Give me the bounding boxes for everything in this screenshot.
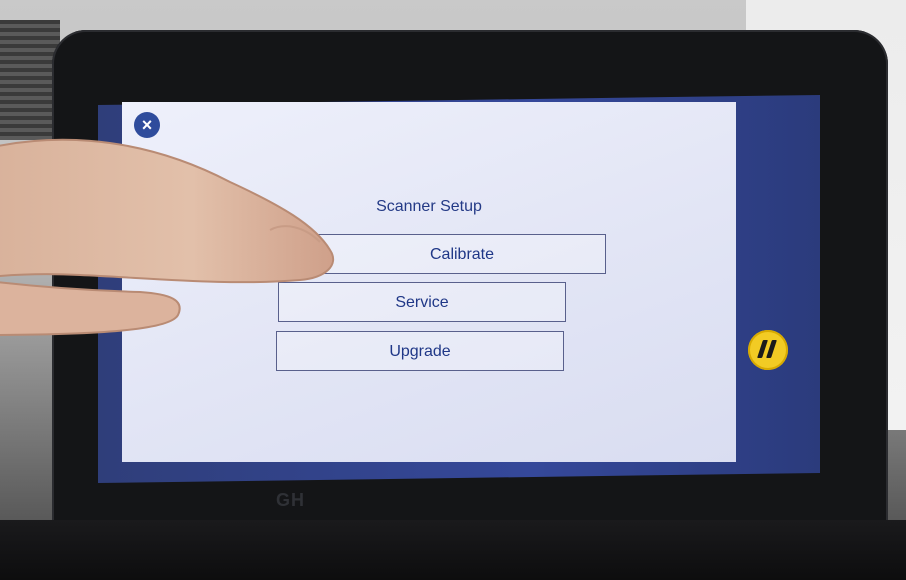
device-logo: GH	[276, 490, 305, 510]
close-button[interactable]: ×	[134, 112, 160, 138]
upgrade-button[interactable]: Upgrade	[276, 331, 564, 371]
pause-icon-bar	[766, 340, 777, 358]
page-title: Scanner Setup	[376, 198, 482, 215]
calibrate-button[interactable]: Calibrate	[318, 234, 606, 274]
service-label: Service	[395, 294, 449, 311]
left-background-object	[0, 20, 60, 140]
touchscreen: × Scanner Setup Calibrate Service Upgrad…	[122, 102, 736, 462]
calibrate-label: Calibrate	[429, 246, 495, 263]
photo-frame: × Scanner Setup Calibrate Service Upgrad…	[0, 0, 906, 580]
close-icon: ×	[141, 115, 153, 135]
service-button[interactable]: Service	[278, 282, 566, 322]
device-base	[0, 520, 906, 580]
upgrade-label: Upgrade	[389, 343, 451, 360]
pause-button[interactable]	[748, 330, 788, 370]
